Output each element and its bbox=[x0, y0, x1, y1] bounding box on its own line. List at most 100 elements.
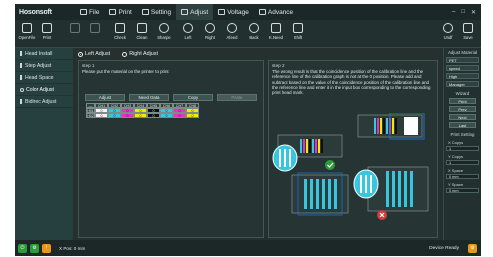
y-copys-label: Y Copys bbox=[448, 154, 464, 159]
right-icon bbox=[205, 23, 215, 33]
close-icon[interactable]: ✕ bbox=[471, 9, 476, 16]
color-adjust-grid: — CH1 CH2 CH3 CH4 CH5 CH6 CH7 CH8 H01 0 … bbox=[86, 103, 199, 118]
material-option[interactable]: speed bbox=[446, 65, 479, 71]
wizard-prev-button[interactable]: Prev bbox=[449, 106, 476, 112]
afeed-icon bbox=[227, 23, 237, 33]
sharpe-button[interactable]: Sharpe bbox=[154, 23, 174, 40]
wizard-last-button[interactable]: Last bbox=[449, 122, 476, 128]
nav-head-install-label: Head Install bbox=[25, 50, 53, 57]
menu-file[interactable]: File bbox=[75, 4, 104, 20]
power-icon[interactable]: ⏻ bbox=[18, 243, 27, 253]
grid-cell-input[interactable]: 0 bbox=[108, 113, 121, 118]
step1-panel: step 1 Please put the material on the pr… bbox=[78, 60, 264, 238]
connect-icon[interactable]: ⚙ bbox=[30, 243, 39, 253]
grid-cell-input[interactable]: 0 bbox=[134, 113, 147, 118]
copy-button[interactable]: Copy bbox=[173, 94, 213, 101]
afeed-button[interactable]: Afeed bbox=[222, 23, 242, 40]
menu-setting-label: Setting bbox=[150, 8, 172, 16]
tab-left-adjust-label: Left Adjust bbox=[85, 51, 111, 57]
nav-bidirec-adjust[interactable]: Bidirec Adjust bbox=[15, 96, 73, 108]
menu-advance[interactable]: Advance bbox=[254, 4, 298, 20]
nav-step-adjust-label: Step Adjust bbox=[25, 62, 52, 69]
left-button[interactable]: Left bbox=[178, 23, 198, 40]
x-copys-label: X Copys bbox=[448, 140, 464, 145]
tab-left-adjust[interactable]: Left Adjust bbox=[78, 51, 110, 57]
nav-head-space[interactable]: Head Space bbox=[15, 72, 73, 84]
tab-right-adjust-label: Right Adjust bbox=[129, 51, 158, 57]
settings-icon[interactable]: ⚙ bbox=[468, 243, 477, 253]
print-icon bbox=[42, 23, 52, 33]
menu-print[interactable]: Print bbox=[104, 4, 136, 20]
open-file-button[interactable]: OpenFile bbox=[17, 23, 37, 40]
material-option[interactable]: PET bbox=[446, 57, 479, 63]
print-button[interactable]: Print bbox=[37, 23, 57, 40]
menu-voltage[interactable]: Voltage bbox=[213, 4, 254, 20]
grid-cell-input[interactable]: 0 bbox=[121, 113, 134, 118]
refresh-icon bbox=[443, 23, 453, 33]
nav-step-adjust[interactable]: Step Adjust bbox=[15, 60, 73, 72]
adjust-tabs: Left Adjust Right Adjust bbox=[78, 51, 158, 57]
menu-file-label: File bbox=[89, 8, 100, 16]
radio-icon bbox=[122, 51, 128, 57]
need-data-button[interactable]: Need Data bbox=[129, 94, 169, 101]
tab-right-adjust[interactable]: Right Adjust bbox=[122, 51, 158, 57]
clean-icon bbox=[137, 23, 147, 33]
grid-cell-input[interactable]: 0 bbox=[147, 113, 160, 118]
check-button[interactable]: Check bbox=[110, 23, 130, 40]
minimize-icon[interactable]: – bbox=[452, 9, 455, 16]
home-button[interactable]: K.Need bbox=[266, 23, 286, 40]
x-copys-input[interactable]: 1 bbox=[446, 146, 479, 151]
material-option[interactable]: High bbox=[446, 73, 479, 79]
nav-color-adjust-label: Color Adjust bbox=[26, 86, 54, 93]
grid-row: H02 0 0 0 0 0 0 0 0 bbox=[86, 113, 199, 118]
menu-adjust-label: Adjust bbox=[190, 8, 209, 16]
adjust-button[interactable]: Adjust bbox=[85, 94, 125, 101]
disabled-button-1[interactable] bbox=[65, 23, 85, 35]
status-bar: ⏻ ⚙ ! X Pos: 0 mm Device Ready ⚙ bbox=[15, 240, 481, 256]
shift-button[interactable]: Shift bbox=[288, 23, 308, 40]
paste-button[interactable]: Paste bbox=[217, 94, 257, 101]
undf-label: Undf bbox=[443, 35, 453, 40]
undf-button[interactable]: Undf bbox=[438, 23, 458, 40]
menu-adjust[interactable]: Adjust bbox=[176, 4, 214, 20]
nav-color-adjust[interactable]: Color Adjust bbox=[15, 84, 73, 96]
window-controls: – □ ✕ bbox=[452, 9, 481, 16]
back-button[interactable]: Back bbox=[244, 23, 264, 40]
grid-cell-input[interactable]: 0 bbox=[95, 113, 108, 118]
left-icon bbox=[183, 23, 193, 33]
y-space-input[interactable]: 0 mm bbox=[446, 188, 479, 193]
clean-button[interactable]: Clean bbox=[132, 23, 152, 40]
right-button[interactable]: Right bbox=[200, 23, 220, 40]
menu-setting[interactable]: Setting bbox=[137, 4, 176, 20]
app-window: Hosonsoft File Print Setting Adjust Volt… bbox=[15, 4, 481, 256]
grid-cell-input[interactable]: 0 bbox=[186, 113, 199, 118]
disabled-button-2[interactable] bbox=[85, 23, 105, 35]
wizard-print-button[interactable]: Print bbox=[449, 98, 476, 104]
wizard-title: Wizard bbox=[455, 91, 470, 96]
x-space-input[interactable]: 0 mm bbox=[446, 174, 479, 179]
nav-bidirec-adjust-label: Bidirec Adjust bbox=[25, 98, 57, 105]
warning-icon[interactable]: ! bbox=[42, 243, 51, 253]
wizard-next-button[interactable]: Next bbox=[449, 114, 476, 120]
material-option[interactable]: Manager bbox=[446, 81, 479, 87]
grid-cell-input[interactable]: 0 bbox=[160, 113, 173, 118]
menu-advance-label: Advance bbox=[267, 8, 294, 16]
step2-panel: step 2 The wrong result is that the coin… bbox=[268, 60, 438, 238]
y-copys-input[interactable]: 1 bbox=[446, 160, 479, 165]
advance-icon bbox=[258, 9, 266, 15]
y-space-label: Y Space bbox=[448, 182, 464, 187]
toolbar: OpenFile Print Check Clean Sharpe Left R… bbox=[15, 20, 481, 48]
adjust-material-title: Adjust Material bbox=[447, 50, 478, 55]
home-icon bbox=[271, 23, 281, 33]
gear-icon bbox=[141, 9, 149, 15]
home-label: K.Need bbox=[269, 35, 283, 40]
save-button[interactable]: Save bbox=[458, 23, 478, 40]
nav-bar-icon bbox=[20, 63, 22, 68]
grid-cell-input[interactable]: 0 bbox=[173, 113, 186, 118]
voltage-icon bbox=[218, 9, 226, 15]
shift-icon bbox=[293, 23, 303, 33]
menu-voltage-label: Voltage bbox=[227, 8, 249, 16]
maximize-icon[interactable]: □ bbox=[461, 9, 465, 16]
nav-head-install[interactable]: Head Install bbox=[15, 48, 73, 60]
step1-text: Please put the material on the printer t… bbox=[82, 69, 169, 74]
